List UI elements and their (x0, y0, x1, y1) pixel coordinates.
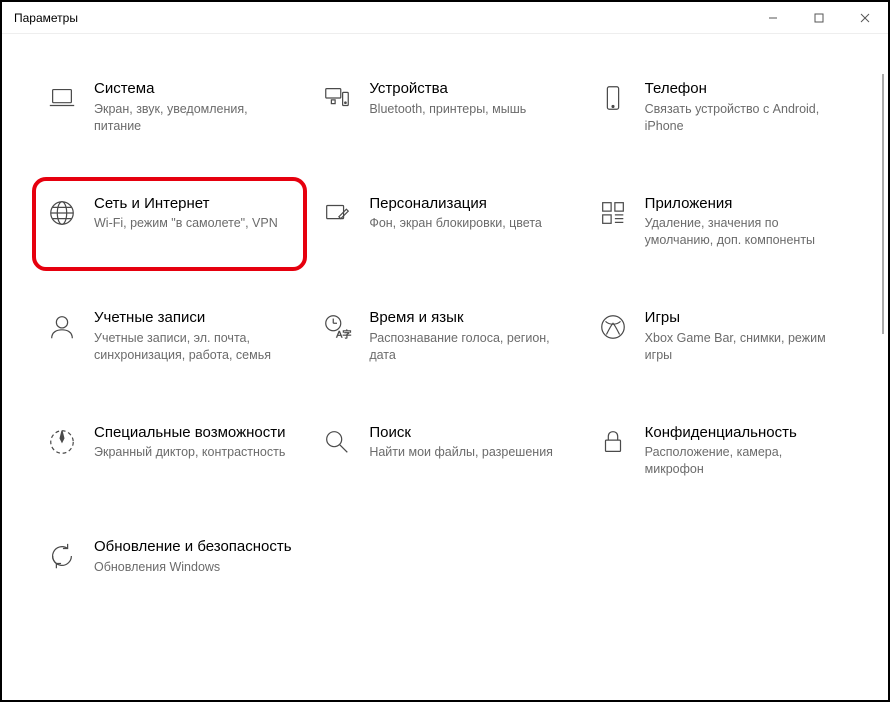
minimize-icon (768, 13, 778, 23)
tile-label: Устройства (369, 80, 568, 99)
phone-icon (597, 82, 629, 114)
accessibility-icon (46, 426, 78, 458)
tile-label: Система (94, 80, 293, 99)
tile-time[interactable]: A字 Время и язык Распознавание голоса, ре… (317, 303, 572, 370)
svg-text:A字: A字 (336, 328, 352, 339)
clock-lang-icon: A字 (321, 311, 353, 343)
tile-desc: Экранный диктор, контрастность (94, 444, 293, 461)
update-icon (46, 540, 78, 572)
devices-icon (321, 82, 353, 114)
settings-grid: Система Экран, звук, уведомления, питани… (42, 74, 848, 582)
tile-desc: Обновления Windows (94, 559, 293, 576)
content-area: Система Экран, звук, уведомления, питани… (2, 34, 888, 700)
tile-label: Сеть и Интернет (94, 195, 293, 214)
tile-label: Игры (645, 309, 844, 328)
tile-desc: Xbox Game Bar, снимки, режим игры (645, 330, 844, 364)
tile-label: Обновление и безопасность (94, 538, 293, 557)
search-icon (321, 426, 353, 458)
tile-desc: Учетные записи, эл. почта, синхронизация… (94, 330, 293, 364)
maximize-button[interactable] (796, 2, 842, 34)
tile-devices[interactable]: Устройства Bluetooth, принтеры, мышь (317, 74, 572, 141)
window-controls (750, 2, 888, 34)
tile-network[interactable]: Сеть и Интернет Wi-Fi, режим "в самолете… (32, 177, 307, 272)
tile-label: Поиск (369, 424, 568, 443)
tile-ease[interactable]: Специальные возможности Экранный диктор,… (42, 418, 297, 485)
tile-label: Приложения (645, 195, 844, 214)
tile-desc: Удаление, значения по умолчанию, доп. ко… (645, 215, 844, 249)
tile-desc: Экран, звук, уведомления, питание (94, 101, 293, 135)
apps-icon (597, 197, 629, 229)
tile-desc: Распознавание голоса, регион, дата (369, 330, 568, 364)
tile-gaming[interactable]: Игры Xbox Game Bar, снимки, режим игры (593, 303, 848, 370)
close-icon (860, 13, 870, 23)
tile-label: Специальные возможности (94, 424, 293, 443)
lock-icon (597, 426, 629, 458)
tile-search[interactable]: Поиск Найти мои файлы, разрешения (317, 418, 572, 485)
tile-label: Конфиденциальность (645, 424, 844, 443)
tile-system[interactable]: Система Экран, звук, уведомления, питани… (42, 74, 297, 141)
paintbrush-icon (321, 197, 353, 229)
titlebar: Параметры (2, 2, 888, 34)
xbox-icon (597, 311, 629, 343)
tile-privacy[interactable]: Конфиденциальность Расположение, камера,… (593, 418, 848, 485)
tile-accounts[interactable]: Учетные записи Учетные записи, эл. почта… (42, 303, 297, 370)
tile-phone[interactable]: Телефон Связать устройство с Android, iP… (593, 74, 848, 141)
tile-update[interactable]: Обновление и безопасность Обновления Win… (42, 532, 297, 582)
tile-desc: Фон, экран блокировки, цвета (369, 215, 568, 232)
close-button[interactable] (842, 2, 888, 34)
scrollbar[interactable] (882, 74, 884, 334)
tile-label: Персонализация (369, 195, 568, 214)
tile-desc: Wi-Fi, режим "в самолете", VPN (94, 215, 293, 232)
tile-desc: Найти мои файлы, разрешения (369, 444, 568, 461)
tile-label: Телефон (645, 80, 844, 99)
globe-icon (46, 197, 78, 229)
tile-label: Время и язык (369, 309, 568, 328)
laptop-icon (46, 82, 78, 114)
tile-apps[interactable]: Приложения Удаление, значения по умолчан… (593, 189, 848, 256)
tile-personalize[interactable]: Персонализация Фон, экран блокировки, цв… (317, 189, 572, 256)
tile-desc: Bluetooth, принтеры, мышь (369, 101, 568, 118)
maximize-icon (814, 13, 824, 23)
tile-desc: Связать устройство с Android, iPhone (645, 101, 844, 135)
person-icon (46, 311, 78, 343)
minimize-button[interactable] (750, 2, 796, 34)
window-title: Параметры (14, 11, 750, 25)
tile-label: Учетные записи (94, 309, 293, 328)
tile-desc: Расположение, камера, микрофон (645, 444, 844, 478)
